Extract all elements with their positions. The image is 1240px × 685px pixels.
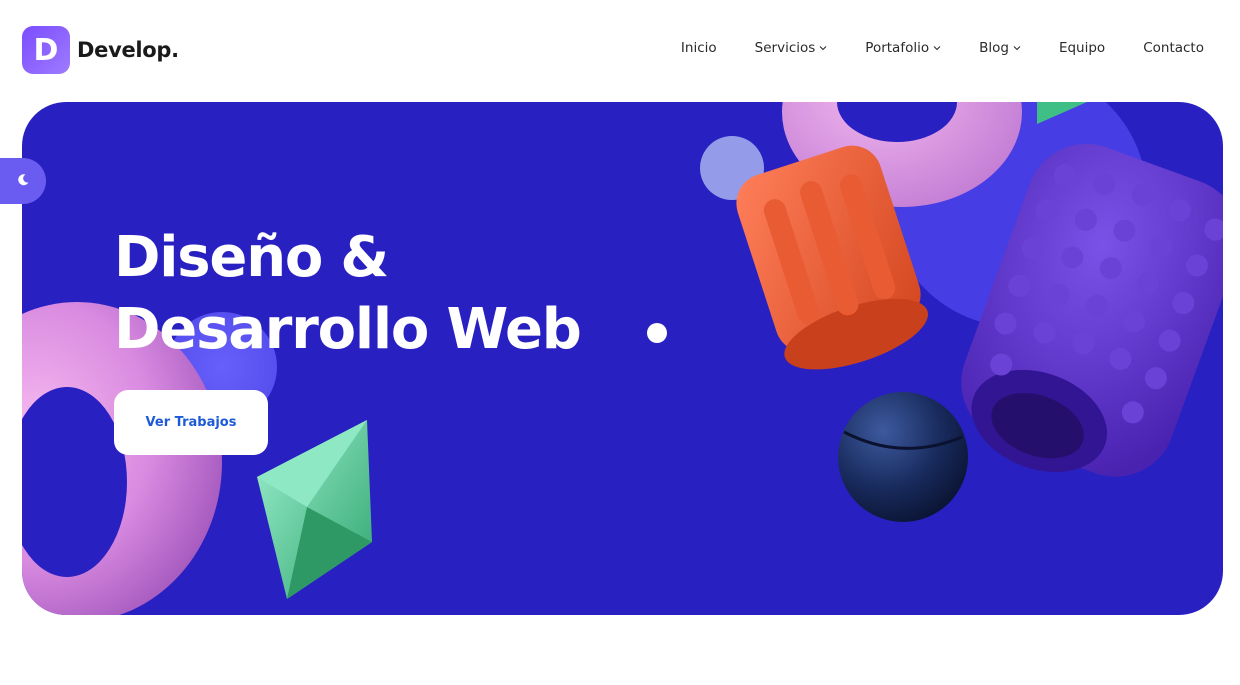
nav-item-label: Equipo	[1058, 40, 1106, 56]
hero-title: Diseño & Desarrollo Web	[114, 222, 582, 366]
nav-item-label: Contacto	[1143, 40, 1204, 56]
logo-text: Develop.	[77, 38, 179, 62]
theme-toggle-button[interactable]	[0, 158, 46, 204]
view-work-button[interactable]: Ver Trabajos	[114, 390, 268, 455]
nav-item-label: Servicios	[754, 40, 816, 56]
decorative-dot	[647, 323, 667, 343]
logo[interactable]: D Develop.	[22, 26, 179, 74]
main-nav: Inicio Servicios Portafolio Blog Equipo …	[643, 40, 1204, 56]
hero-title-line-1: Diseño &	[114, 225, 389, 290]
chevron-down-icon	[933, 44, 941, 52]
moon-icon	[16, 172, 30, 191]
nav-item-contacto[interactable]: Contacto	[1143, 40, 1204, 56]
chevron-down-icon	[819, 44, 827, 52]
chevron-down-icon	[1013, 44, 1021, 52]
nav-item-inicio[interactable]: Inicio	[681, 40, 717, 56]
nav-item-label: Portafolio	[865, 40, 930, 56]
nav-item-label: Blog	[979, 40, 1009, 56]
nav-item-portafolio[interactable]: Portafolio	[865, 40, 941, 56]
hero-title-line-2: Desarrollo Web	[114, 297, 582, 362]
hero-banner: Diseño & Desarrollo Web Ver Trabajos	[22, 102, 1223, 615]
nav-item-servicios[interactable]: Servicios	[755, 40, 828, 56]
nav-item-equipo[interactable]: Equipo	[1059, 40, 1105, 56]
nav-item-blog[interactable]: Blog	[979, 40, 1021, 56]
site-header: D Develop. Inicio Servicios Portafolio B…	[0, 0, 1240, 100]
nav-item-label: Inicio	[680, 40, 717, 56]
logo-mark: D	[22, 26, 70, 74]
